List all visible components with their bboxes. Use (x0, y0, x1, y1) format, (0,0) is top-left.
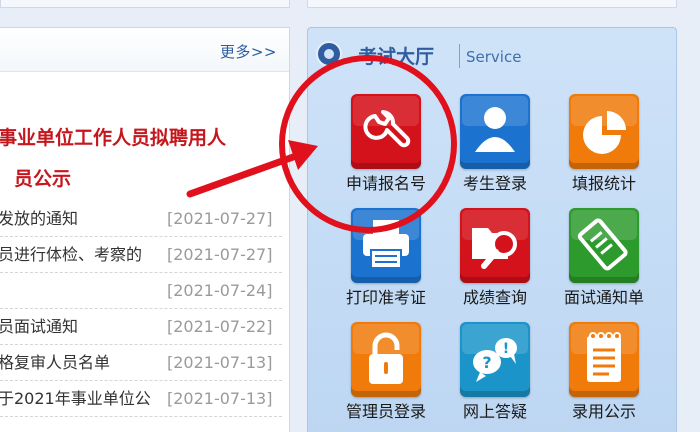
news-date: [2021-07-27] (167, 245, 273, 264)
service-title: 考试大厅 (358, 46, 435, 68)
svg-text:!: ! (503, 341, 509, 357)
tile-online-qa[interactable]: ? ! 网上答疑 (440, 322, 550, 432)
wrench-icon (351, 94, 421, 169)
news-title[interactable]: 员面试通知 (0, 309, 78, 345)
service-logo-icon (316, 41, 342, 67)
tile-label: 网上答疑 (462, 402, 527, 421)
tile-candidate-login[interactable]: 考生登录 (440, 94, 550, 204)
news-date: [2021-07-27] (167, 209, 273, 228)
news-panel: 更多>> 事业单位工作人员拟聘用人 员公示 发放的通知 [2021-07-27]… (0, 27, 290, 432)
exam-service-panel: 考试大厅 Service 申请报名号 考生登录 填报统计 打印准考证 成绩查询 … (307, 27, 677, 432)
top-strip-left (0, 0, 290, 8)
news-row[interactable]: 员面试通知 [2021-07-22] (0, 309, 282, 345)
tile-label: 考生登录 (462, 174, 527, 193)
top-strip (0, 0, 700, 12)
service-subtitle: Service (466, 48, 522, 66)
document-icon (569, 208, 639, 283)
tile-label: 录用公示 (571, 402, 636, 421)
news-title[interactable]: 发放的通知 (0, 201, 78, 237)
headline-line-2: 员公示 (14, 168, 72, 190)
tile-print-admission[interactable]: 打印准考证 (331, 208, 441, 318)
news-row[interactable]: [2021-07-24] (0, 273, 282, 309)
tile-score-query[interactable]: 成绩查询 (440, 208, 550, 318)
tile-label: 打印准考证 (345, 288, 426, 307)
news-row[interactable]: 格复审人员名单 [2021-07-13] (0, 345, 282, 381)
more-link[interactable]: 更多>> (220, 41, 277, 62)
tile-interview-notice[interactable]: 面试通知单 (549, 208, 659, 318)
news-row[interactable]: 于2021年事业单位公 [2021-07-13] (0, 381, 282, 417)
news-panel-header: 更多>> (0, 28, 289, 72)
tile-label: 填报统计 (571, 174, 636, 193)
service-title-divider (459, 44, 460, 68)
folder-search-icon (460, 208, 530, 283)
pie-chart-icon (569, 94, 639, 169)
printer-icon (351, 208, 421, 283)
news-title[interactable]: 于2021年事业单位公 (0, 381, 151, 417)
tile-label: 管理员登录 (345, 402, 426, 421)
news-row[interactable]: 发放的通知 [2021-07-27] (0, 201, 282, 237)
svg-text:?: ? (482, 353, 491, 372)
tile-apply-registration[interactable]: 申请报名号 (331, 94, 441, 204)
news-date: [2021-07-24] (167, 281, 273, 300)
top-strip-right (307, 0, 677, 8)
tile-statistics[interactable]: 填报统计 (549, 94, 659, 204)
tile-admin-login[interactable]: 管理员登录 (331, 322, 441, 432)
news-title[interactable]: 格复审人员名单 (0, 345, 110, 381)
question-bubbles-icon: ? ! (460, 322, 530, 397)
news-date: [2021-07-13] (167, 353, 273, 372)
tile-label: 申请报名号 (345, 174, 426, 193)
tile-hiring-announcement[interactable]: 录用公示 (549, 322, 659, 432)
news-date: [2021-07-13] (167, 389, 273, 408)
lock-icon (351, 322, 421, 397)
service-panel-header: 考试大厅 Service (308, 28, 678, 78)
tile-label: 面试通知单 (563, 288, 644, 307)
news-row[interactable]: 员进行体检、考察的 [2021-07-27] (0, 237, 282, 273)
tile-label: 成绩查询 (462, 288, 527, 307)
user-icon (460, 94, 530, 169)
notepad-icon (569, 322, 639, 397)
headline-line-1: 事业单位工作人员拟聘用人 (0, 127, 227, 149)
news-date: [2021-07-22] (167, 317, 273, 336)
news-title[interactable]: 员进行体检、考察的 (0, 237, 142, 273)
